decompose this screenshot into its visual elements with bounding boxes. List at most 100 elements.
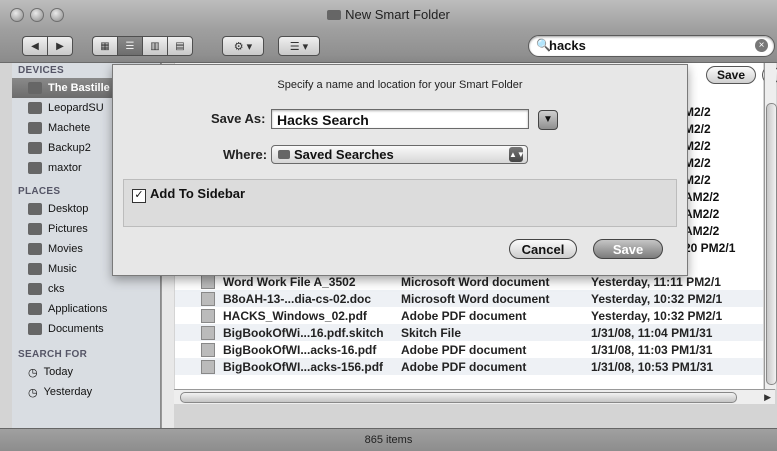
document-icon: [201, 274, 215, 289]
file-name: HACKS_Windows_02.pdf: [223, 308, 367, 323]
file-date: 1/31/08, 11:04 PM1/31: [591, 325, 713, 340]
hard-drive-icon: [28, 122, 42, 134]
clear-search-icon[interactable]: ×: [755, 39, 768, 52]
desktop-icon: [28, 203, 42, 215]
movies-folder-icon: [28, 243, 42, 255]
cancel-button[interactable]: Cancel: [509, 239, 577, 259]
scroll-right-arrow-icon[interactable]: ▶: [764, 392, 771, 403]
forward-button[interactable]: ▶: [47, 36, 73, 56]
arrange-icon: ☰ ▾: [289, 40, 309, 53]
save-smart-folder-sheet: Specify a name and location for your Sma…: [112, 64, 688, 276]
sidebar-item-search[interactable]: ◷ Yesterday: [12, 382, 160, 402]
add-to-sidebar-checkbox[interactable]: ✓: [132, 189, 146, 203]
sidebar-item-place[interactable]: cks: [12, 279, 160, 299]
scroll-thumb[interactable]: [766, 103, 777, 385]
sidebar-item-search[interactable]: ◷ Today: [12, 362, 160, 382]
icon-view-button[interactable]: ▦: [92, 36, 117, 56]
add-to-sidebar-label[interactable]: Add To Sidebar: [150, 186, 245, 201]
file-kind: Adobe PDF document: [401, 308, 527, 323]
popup-arrows-icon: ▲▼: [509, 147, 525, 162]
scroll-thumb[interactable]: [180, 392, 737, 403]
horizontal-scrollbar[interactable]: ◀ ▶: [162, 389, 775, 404]
pdf-icon: [201, 359, 215, 374]
skitch-icon: [201, 325, 215, 340]
date-partial: M2/2: [684, 121, 711, 136]
sidebar-item-label: Movies: [48, 243, 83, 255]
sidebar-item-label: Yesterday: [43, 386, 93, 398]
sheet-heading: Specify a name and location for your Sma…: [277, 79, 523, 91]
sidebar-item-label: Documents: [48, 323, 104, 335]
sidebar-item-label: Applications: [48, 303, 108, 315]
file-name: BigBookOfWI...acks-16.pdf: [223, 342, 377, 357]
sidebar-item-place[interactable]: Applications: [12, 299, 160, 319]
sidebar-item-label: LeopardSU: [48, 102, 104, 114]
back-forward-control: ◀ ▶: [22, 36, 73, 56]
sidebar-item-label: Music: [48, 263, 77, 275]
table-row[interactable]: BigBookOfWI...acks-16.pdf Adobe PDF docu…: [175, 341, 763, 358]
cover-flow-button[interactable]: ▤: [167, 36, 193, 56]
where-popup[interactable]: Saved Searches ▲▼: [271, 145, 528, 164]
save-as-field[interactable]: Hacks Search: [271, 109, 529, 129]
file-date: Yesterday, 10:32 PM2/1: [591, 291, 723, 306]
date-partial: M2/2: [684, 155, 711, 170]
window-title-text: New Smart Folder: [345, 7, 450, 22]
date-partial: AM2/2: [684, 223, 720, 238]
pdf-icon: [201, 342, 215, 357]
save-button[interactable]: Save: [593, 239, 663, 259]
file-date: 1/31/08, 10:53 PM1/31: [591, 359, 714, 374]
gear-icon: ⚙ ▾: [233, 40, 253, 53]
file-date: Yesterday, 11:11 PM2/1: [591, 274, 721, 289]
file-kind: Skitch File: [401, 325, 462, 340]
hard-drive-icon: [28, 82, 42, 94]
documents-folder-icon: [28, 323, 42, 335]
arrange-menu-button[interactable]: ☰ ▾: [278, 36, 320, 56]
date-partial: M2/2: [684, 138, 711, 153]
finder-window: New Smart Folder ◀ ▶ ▦ ☰ ▥ ▤ ⚙ ▾ ☰ ▾ 🔍 h…: [0, 0, 777, 451]
clock-icon: ◷: [28, 366, 38, 379]
file-date: 1/31/08, 11:03 PM1/31: [591, 342, 713, 357]
date-partial: M2/2: [684, 172, 711, 187]
sidebar-section-search[interactable]: SEARCH FOR: [12, 347, 160, 362]
back-button[interactable]: ◀: [22, 36, 47, 56]
table-row[interactable]: B8oAH-13-...dia-cs-02.doc Microsoft Word…: [175, 290, 763, 307]
status-bar: 865 items: [0, 428, 777, 451]
sidebar-item-label: Today: [43, 366, 73, 378]
expand-dialog-button[interactable]: ▼: [538, 110, 558, 130]
music-folder-icon: [28, 263, 42, 275]
chevron-down-icon: ▼: [543, 114, 553, 125]
table-row[interactable]: HACKS_Windows_02.pdf Adobe PDF document …: [175, 307, 763, 324]
table-row[interactable]: BigBookOfWI...acks-156.pdf Adobe PDF doc…: [175, 358, 763, 375]
sidebar-item-label: maxtor: [48, 162, 82, 174]
sidebar-item-label: Backup2: [48, 142, 91, 154]
list-view-button[interactable]: ☰: [117, 36, 142, 56]
applications-folder-icon: [28, 303, 42, 315]
folder-icon: [278, 150, 290, 159]
file-kind: Adobe PDF document: [401, 342, 527, 357]
search-field[interactable]: 🔍 hacks ×: [528, 35, 775, 57]
pictures-folder-icon: [28, 223, 42, 235]
vertical-scrollbar[interactable]: [764, 63, 777, 389]
hard-drive-icon: [28, 142, 42, 154]
action-menu-button[interactable]: ⚙ ▾: [222, 36, 264, 56]
file-date: Yesterday, 10:32 PM2/1: [591, 308, 723, 323]
save-as-label: Save As:: [211, 111, 266, 126]
smart-folder-icon: [327, 10, 342, 20]
document-icon: [201, 291, 215, 306]
sidebar-item-place[interactable]: Documents: [12, 319, 160, 339]
file-kind: Microsoft Word document: [401, 291, 550, 306]
date-partial: 20 PM2/1: [684, 240, 736, 255]
file-name: BigBookOfWi...16.pdf.skitch: [223, 325, 384, 340]
clock-icon: ◷: [28, 386, 38, 399]
file-kind: Microsoft Word document: [401, 274, 550, 289]
view-mode-control: ▦ ☰ ▥ ▤: [92, 36, 193, 56]
sidebar-item-label: The Bastille: [48, 82, 110, 94]
table-row[interactable]: BigBookOfWi...16.pdf.skitch Skitch File …: [175, 324, 763, 341]
window-title: New Smart Folder: [0, 7, 777, 22]
save-search-button[interactable]: Save: [706, 66, 757, 84]
column-view-button[interactable]: ▥: [142, 36, 167, 56]
file-name: BigBookOfWI...acks-156.pdf: [223, 359, 384, 374]
date-partial: AM2/2: [684, 206, 720, 221]
where-value: Saved Searches: [294, 147, 394, 162]
sidebar-item-label: Machete: [48, 122, 91, 134]
file-kind: Adobe PDF document: [401, 359, 527, 374]
